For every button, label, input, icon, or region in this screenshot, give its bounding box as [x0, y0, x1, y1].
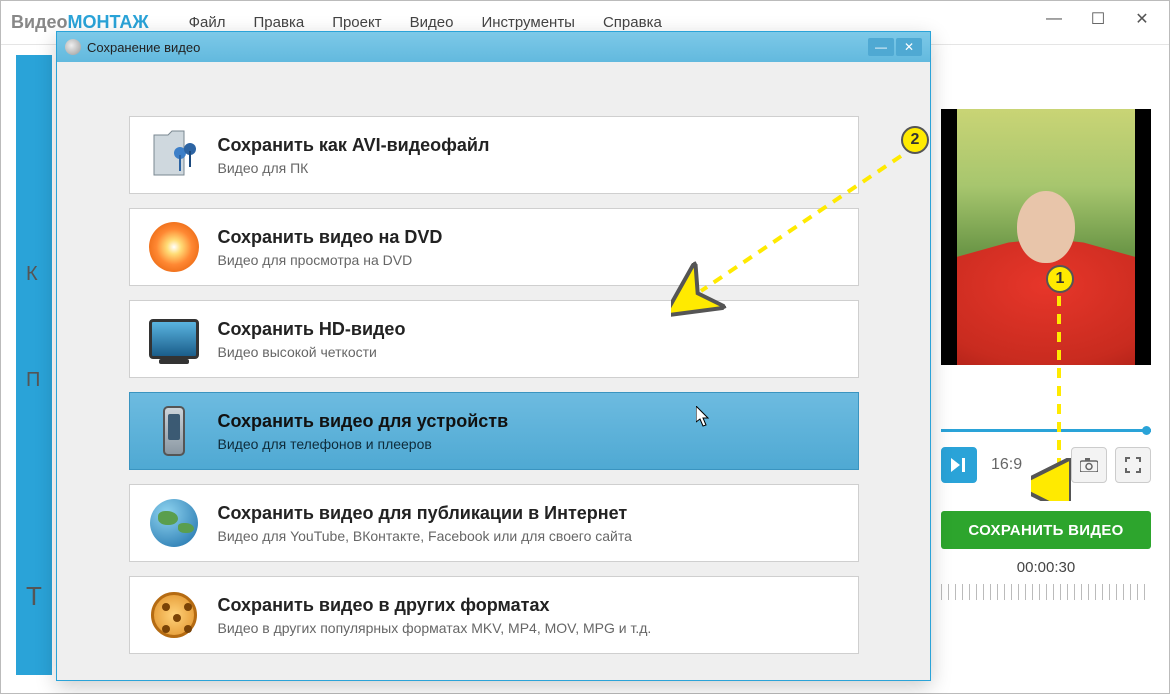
- option-other-title: Сохранить видео в других форматах: [218, 595, 652, 616]
- dialog-icon: [65, 39, 81, 55]
- aspect-ratio-label: 16:9: [985, 456, 1028, 474]
- dialog-titlebar[interactable]: Сохранение видео — ✕: [57, 32, 930, 62]
- avi-file-icon: [146, 127, 202, 183]
- dialog-window-controls: — ✕: [868, 38, 922, 56]
- time-ruler: [941, 584, 1151, 600]
- main-menu: Файл Правка Проект Видео Инструменты Спр…: [189, 14, 662, 31]
- phone-device-icon: [146, 403, 202, 459]
- menu-file[interactable]: Файл: [189, 14, 226, 31]
- option-other-sub: Видео в других популярных форматах MKV, …: [218, 620, 652, 636]
- play-next-button[interactable]: [941, 447, 977, 483]
- annotation-badge-2: 2: [901, 126, 929, 154]
- option-avi-sub: Видео для ПК: [218, 160, 490, 176]
- preview-timeline[interactable]: [941, 429, 1151, 432]
- option-avi-title: Сохранить как AVI-видеофайл: [218, 135, 490, 156]
- option-internet-title: Сохранить видео для публикации в Интерне…: [218, 503, 632, 524]
- menu-project[interactable]: Проект: [332, 14, 381, 31]
- dvd-disc-icon: [146, 219, 202, 275]
- fullscreen-icon: [1125, 457, 1141, 473]
- save-video-button[interactable]: СОХРАНИТЬ ВИДЕО: [941, 511, 1151, 549]
- duration-label: 00:00:30: [941, 559, 1151, 576]
- preview-timeline-handle[interactable]: [1142, 426, 1151, 435]
- video-preview[interactable]: [941, 109, 1151, 365]
- camera-icon: [1080, 458, 1098, 472]
- menu-video[interactable]: Видео: [410, 14, 454, 31]
- window-controls: — ☐ ✕: [1033, 5, 1163, 33]
- option-other-formats[interactable]: Сохранить видео в других форматах Видео …: [129, 576, 859, 654]
- option-dvd-title: Сохранить видео на DVD: [218, 227, 443, 248]
- option-dvd[interactable]: Сохранить видео на DVD Видео для просмот…: [129, 208, 859, 286]
- option-avi[interactable]: Сохранить как AVI-видеофайл Видео для ПК: [129, 116, 859, 194]
- option-devices[interactable]: Сохранить видео для устройств Видео для …: [129, 392, 859, 470]
- dialog-title: Сохранение видео: [87, 40, 200, 55]
- option-devices-title: Сохранить видео для устройств: [218, 411, 509, 432]
- option-hd-title: Сохранить HD-видео: [218, 319, 406, 340]
- option-internet-sub: Видео для YouTube, ВКонтакте, Facebook и…: [218, 528, 632, 544]
- preview-panel: [941, 109, 1151, 365]
- app-logo: ВидеоМОНТАЖ: [11, 12, 149, 33]
- option-hd-sub: Видео высокой четкости: [218, 344, 406, 360]
- logo-part2: МОНТАЖ: [68, 12, 149, 32]
- dialog-minimize-button[interactable]: —: [868, 38, 894, 56]
- bg-letter-t: Т: [26, 581, 42, 612]
- annotation-badge-1: 1: [1046, 265, 1074, 293]
- menu-edit[interactable]: Правка: [254, 14, 305, 31]
- bg-letter-k: К: [26, 263, 38, 286]
- save-video-dialog: Сохранение видео — ✕ Сохранить как AVI-в…: [56, 31, 931, 681]
- main-window: ВидеоМОНТАЖ Файл Правка Проект Видео Инс…: [0, 0, 1170, 694]
- option-internet[interactable]: Сохранить видео для публикации в Интерне…: [129, 484, 859, 562]
- preview-frame: [941, 109, 1151, 365]
- close-button[interactable]: ✕: [1121, 5, 1163, 33]
- hd-tv-icon: [146, 311, 202, 367]
- menu-tools[interactable]: Инструменты: [481, 14, 575, 31]
- option-hd[interactable]: Сохранить HD-видео Видео высокой четкост…: [129, 300, 859, 378]
- bg-letter-p: П: [26, 369, 40, 392]
- dialog-close-button[interactable]: ✕: [896, 38, 922, 56]
- globe-icon: [146, 495, 202, 551]
- minimize-button[interactable]: —: [1033, 5, 1075, 33]
- logo-part1: Видео: [11, 12, 68, 32]
- maximize-button[interactable]: ☐: [1077, 5, 1119, 33]
- menu-help[interactable]: Справка: [603, 14, 662, 31]
- option-devices-sub: Видео для телефонов и плееров: [218, 436, 509, 452]
- film-reel-icon: [146, 587, 202, 643]
- dialog-body: Сохранить как AVI-видеофайл Видео для ПК…: [57, 62, 930, 654]
- option-dvd-sub: Видео для просмотра на DVD: [218, 252, 443, 268]
- snapshot-button[interactable]: [1071, 447, 1107, 483]
- fullscreen-button[interactable]: [1115, 447, 1151, 483]
